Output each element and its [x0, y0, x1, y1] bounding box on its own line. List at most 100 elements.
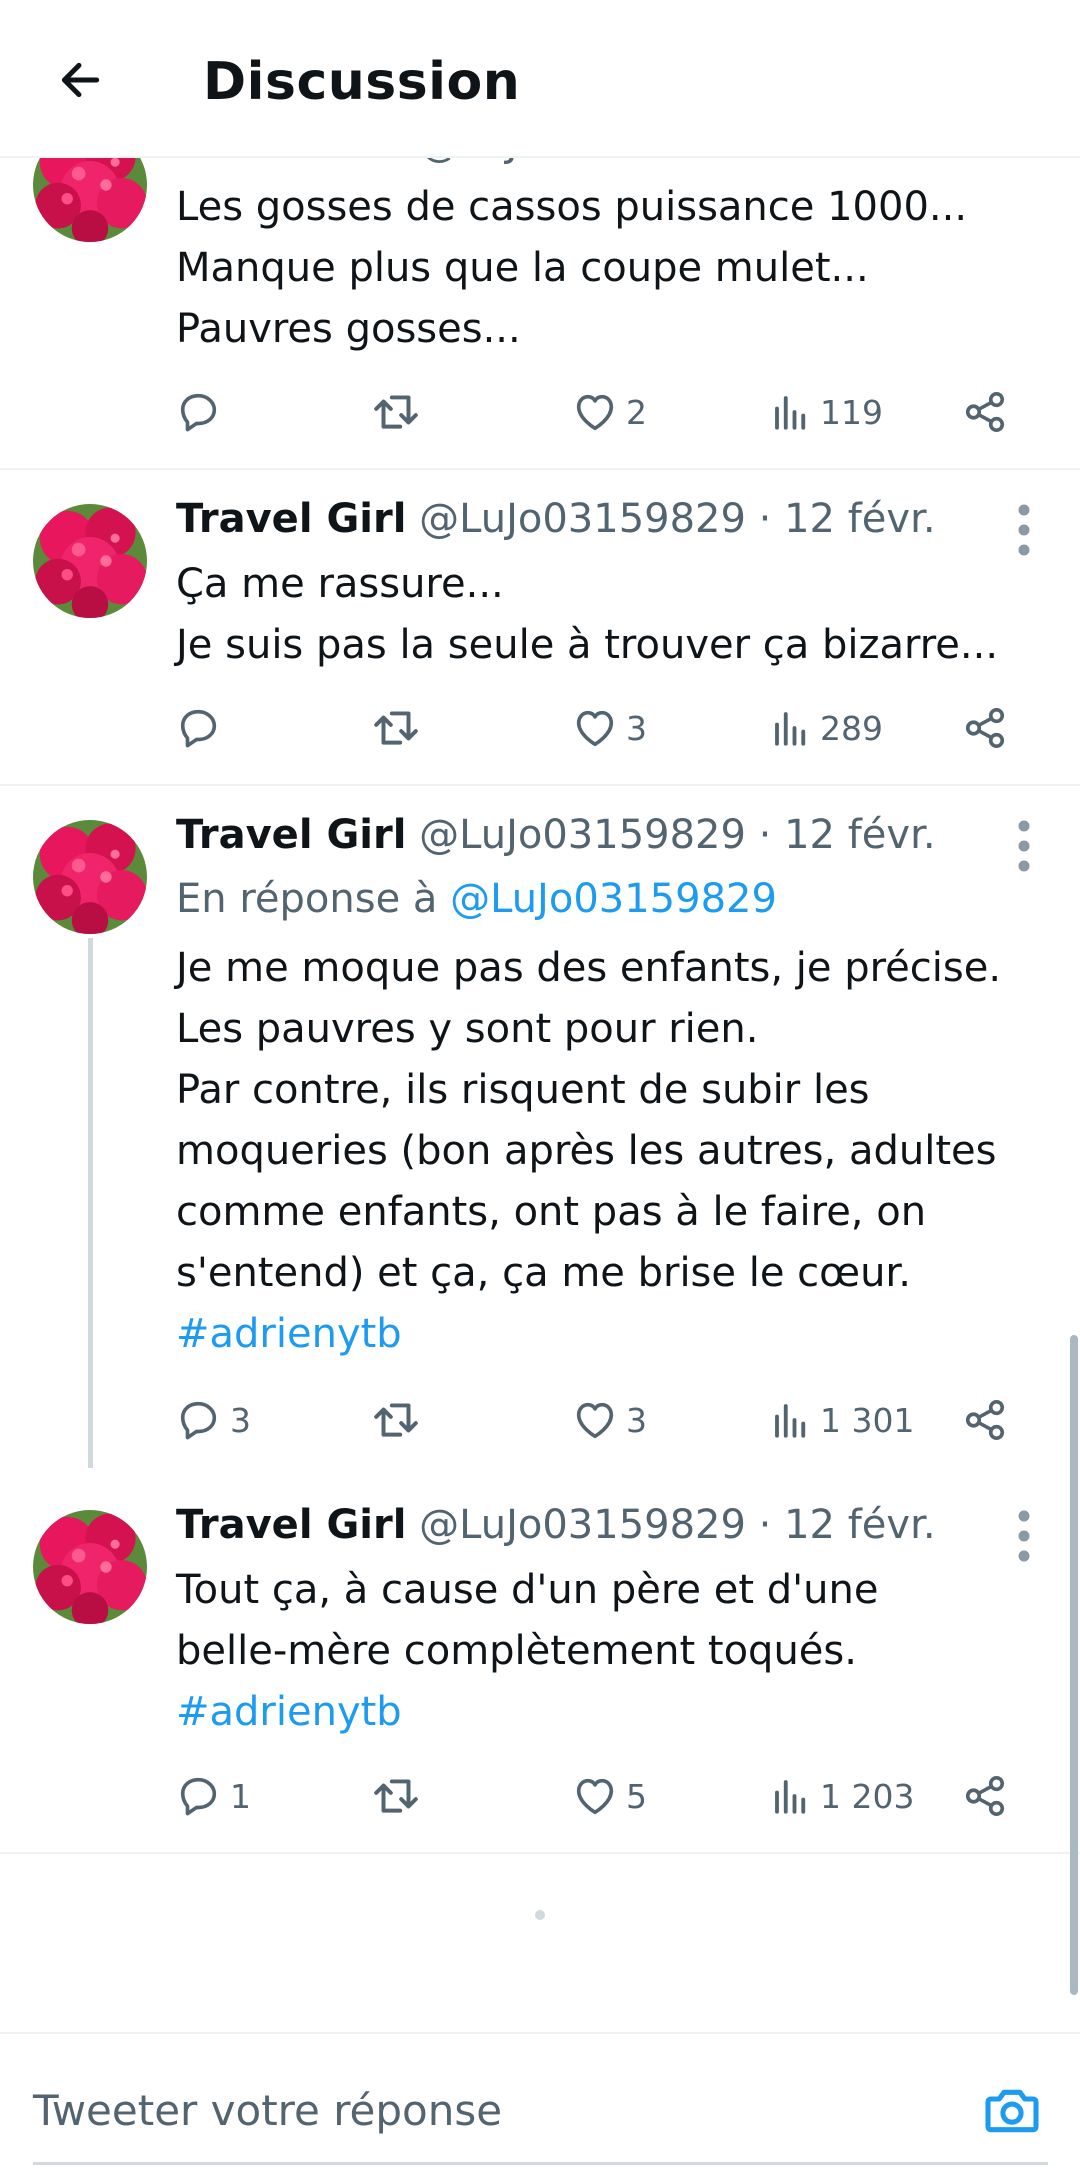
tweet-text: Tout ça, à cause d'un père et d'une bell…	[176, 1560, 1056, 1743]
view-count: 119	[820, 392, 883, 432]
author-handle[interactable]: @LuJo03159829	[419, 496, 746, 542]
tweet-actions: 3 289	[176, 698, 1036, 758]
avatar[interactable]	[33, 504, 147, 618]
author-name[interactable]: Travel Girl	[176, 496, 406, 542]
retweet-arrows-icon	[371, 703, 421, 753]
author-handle[interactable]: @LuJo03159829	[419, 812, 746, 858]
share-button[interactable]	[962, 1390, 1008, 1450]
tweet-text-line: moqueries (bon après les autres, adultes	[176, 1128, 997, 1174]
speech-bubble-icon	[176, 1773, 222, 1819]
loading-indicator	[535, 1910, 545, 1920]
tweet-text: Je me moque pas des enfants, je précise.…	[176, 938, 1056, 1365]
speech-bubble-icon	[176, 705, 222, 751]
page-title: Discussion	[203, 52, 521, 112]
retweet-arrows-icon	[371, 387, 421, 437]
bar-chart-icon	[770, 707, 812, 749]
heart-icon	[572, 1397, 618, 1443]
thread-connector	[88, 938, 93, 1468]
share-nodes-icon	[962, 705, 1008, 751]
tweet-text-line: Ça me rassure...	[176, 561, 504, 607]
views-button[interactable]: 1 203	[770, 1766, 914, 1826]
views-button[interactable]: 1 301	[770, 1390, 914, 1450]
back-button[interactable]	[48, 48, 112, 112]
tweet-text-line: s'entend) et ça, ça me brise le cœur.	[176, 1250, 911, 1296]
tweet-header: Travel Girl @LuJo03159829 · 12 févr.	[176, 812, 936, 858]
reply-button[interactable]	[176, 382, 230, 442]
tweet-date: · 12 févr.	[758, 812, 936, 858]
scrollbar[interactable]	[1070, 1335, 1078, 1995]
like-count: 2	[626, 392, 647, 432]
avatar[interactable]	[33, 1510, 147, 1624]
vertical-dots-icon[interactable]	[1012, 1506, 1036, 1566]
retweet-button[interactable]	[371, 698, 429, 758]
like-count: 5	[626, 1776, 647, 1816]
view-count: 1 301	[820, 1400, 915, 1440]
hashtag-link[interactable]: #adrienytb	[176, 1304, 1056, 1365]
tweet-date: · 12 févr.	[758, 496, 936, 542]
reply-button[interactable]	[176, 698, 230, 758]
retweet-button[interactable]	[371, 382, 429, 442]
speech-bubble-icon	[176, 389, 222, 435]
tweet-header: Travel Girl @LuJo03159829 · 12 févr.	[176, 1502, 936, 1548]
like-count: 3	[626, 1400, 647, 1440]
avatar[interactable]	[33, 820, 147, 934]
share-button[interactable]	[962, 382, 1008, 442]
tweet-text-line: Les pauvres y sont pour rien.	[176, 1006, 759, 1052]
like-button[interactable]: 2	[572, 382, 647, 442]
camera-button[interactable]	[980, 2079, 1044, 2143]
like-button[interactable]: 5	[572, 1766, 647, 1826]
input-underline	[33, 2162, 1048, 2165]
retweet-button[interactable]	[371, 1390, 429, 1450]
tweet-text-line: Les gosses de cassos puissance 1000...	[176, 184, 968, 230]
reply-input[interactable]: Tweeter votre réponse	[33, 2086, 502, 2135]
hashtag-link[interactable]: #adrienytb	[176, 1682, 1056, 1743]
camera-icon	[985, 2089, 1039, 2133]
reply-context: En réponse à @LuJo03159829	[176, 876, 777, 922]
author-handle[interactable]: @LuJo03159829	[419, 1502, 746, 1548]
tweet-date: · 12 févr.	[758, 1502, 936, 1548]
retweet-button[interactable]	[371, 1766, 429, 1826]
heart-icon	[572, 1773, 618, 1819]
views-button[interactable]: 119	[770, 382, 883, 442]
share-button[interactable]	[962, 1766, 1008, 1826]
tweet-text: Les gosses de cassos puissance 1000... M…	[176, 177, 1056, 360]
tweet[interactable]: Travel Girl @LuJo03159829 · 12 févr. En …	[0, 786, 1080, 1468]
tweet[interactable]: Travel Girl @LuJo03159829 · 12 févr. Tou…	[0, 1476, 1080, 1854]
share-nodes-icon	[962, 1773, 1008, 1819]
arrow-left-icon	[61, 62, 100, 98]
like-button[interactable]: 3	[572, 698, 647, 758]
tweet-text-line: Par contre, ils risquent de subir les	[176, 1067, 870, 1113]
tweet-actions: 3 3 1 301	[176, 1390, 1036, 1450]
tweet-text-line: Je me moque pas des enfants, je précise.	[176, 945, 1002, 991]
reply-composer: Tweeter votre réponse	[0, 2032, 1080, 2179]
reply-count: 1	[230, 1776, 251, 1816]
heart-icon	[572, 389, 618, 435]
views-button[interactable]: 289	[770, 698, 883, 758]
author-name[interactable]: Travel Girl	[176, 1502, 406, 1548]
author-name[interactable]: Travel Girl	[176, 812, 406, 858]
tweet-text-line: comme enfants, ont pas à le faire, on	[176, 1189, 927, 1235]
retweet-arrows-icon	[371, 1771, 421, 1821]
heart-icon	[572, 705, 618, 751]
tweet-text-line: belle-mère complètement toqués.	[176, 1628, 857, 1674]
reply-button[interactable]: 1	[176, 1766, 251, 1826]
like-button[interactable]: 3	[572, 1390, 647, 1450]
share-nodes-icon	[962, 1397, 1008, 1443]
tweet-actions: 2 119	[176, 382, 1036, 442]
view-count: 1 203	[820, 1776, 915, 1816]
share-button[interactable]	[962, 698, 1008, 758]
tweet-text: Ça me rassure... Je suis pas la seule à …	[176, 554, 1056, 676]
reply-to-mention[interactable]: @LuJo03159829	[450, 876, 777, 922]
reply-button[interactable]: 3	[176, 1390, 251, 1450]
reply-to-label: En réponse à	[176, 876, 438, 922]
tweet-text-line: Manque plus que la coupe mulet...	[176, 245, 869, 291]
tweet-text-line: Tout ça, à cause d'un père et d'une	[176, 1567, 879, 1613]
vertical-dots-icon[interactable]	[1012, 816, 1036, 876]
tweet-text-line: Je suis pas la seule à trouver ça bizarr…	[176, 622, 999, 668]
tweet[interactable]: Travel Girl @LuJo03159829 · 12 févr. Ça …	[0, 470, 1080, 786]
like-count: 3	[626, 708, 647, 748]
vertical-dots-icon[interactable]	[1012, 500, 1036, 560]
tweet-text-line: Pauvres gosses...	[176, 306, 521, 352]
speech-bubble-icon	[176, 1397, 222, 1443]
tweet-actions: 1 5 1 203	[176, 1766, 1036, 1826]
